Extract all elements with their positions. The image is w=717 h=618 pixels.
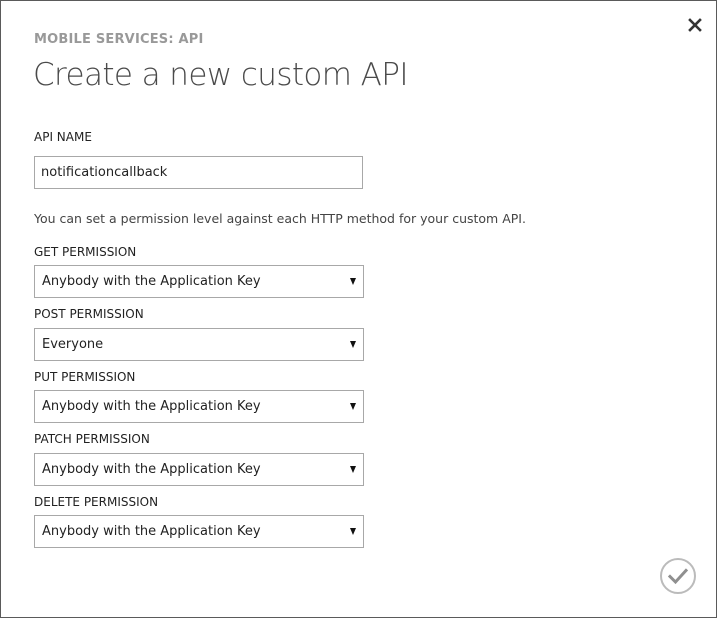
api-name-input[interactable]	[34, 156, 363, 189]
api-name-label: API NAME	[34, 130, 92, 144]
permission-description: You can set a permission level against e…	[34, 211, 526, 226]
get-permission-value: Anybody with the Application Key	[42, 274, 261, 289]
get-permission-label: GET PERMISSION	[34, 245, 137, 259]
put-permission-select[interactable]: Anybody with the Application Key	[34, 390, 364, 423]
chevron-down-icon	[350, 466, 356, 473]
create-api-dialog: MOBILE SERVICES: API Create a new custom…	[0, 0, 717, 618]
delete-permission-select[interactable]: Anybody with the Application Key	[34, 515, 364, 548]
delete-permission-label: DELETE PERMISSION	[34, 495, 159, 509]
chevron-down-icon	[350, 341, 356, 348]
chevron-down-icon	[350, 403, 356, 410]
patch-permission-label: PATCH PERMISSION	[34, 432, 150, 446]
chevron-down-icon	[350, 278, 356, 285]
close-button[interactable]	[687, 17, 703, 33]
delete-permission-value: Anybody with the Application Key	[42, 524, 261, 539]
patch-permission-select[interactable]: Anybody with the Application Key	[34, 453, 364, 486]
dialog-subtitle: MOBILE SERVICES: API	[34, 32, 204, 47]
dialog-title: Create a new custom API	[33, 57, 409, 93]
close-icon	[688, 18, 702, 32]
post-permission-value: Everyone	[42, 337, 104, 352]
patch-permission-value: Anybody with the Application Key	[42, 462, 261, 477]
chevron-down-icon	[350, 528, 356, 535]
post-permission-label: POST PERMISSION	[34, 307, 144, 321]
post-permission-select[interactable]: Everyone	[34, 328, 364, 361]
get-permission-select[interactable]: Anybody with the Application Key	[34, 265, 364, 298]
put-permission-label: PUT PERMISSION	[34, 370, 136, 384]
confirm-button[interactable]	[659, 557, 697, 595]
put-permission-value: Anybody with the Application Key	[42, 399, 261, 414]
checkmark-icon	[660, 558, 696, 594]
